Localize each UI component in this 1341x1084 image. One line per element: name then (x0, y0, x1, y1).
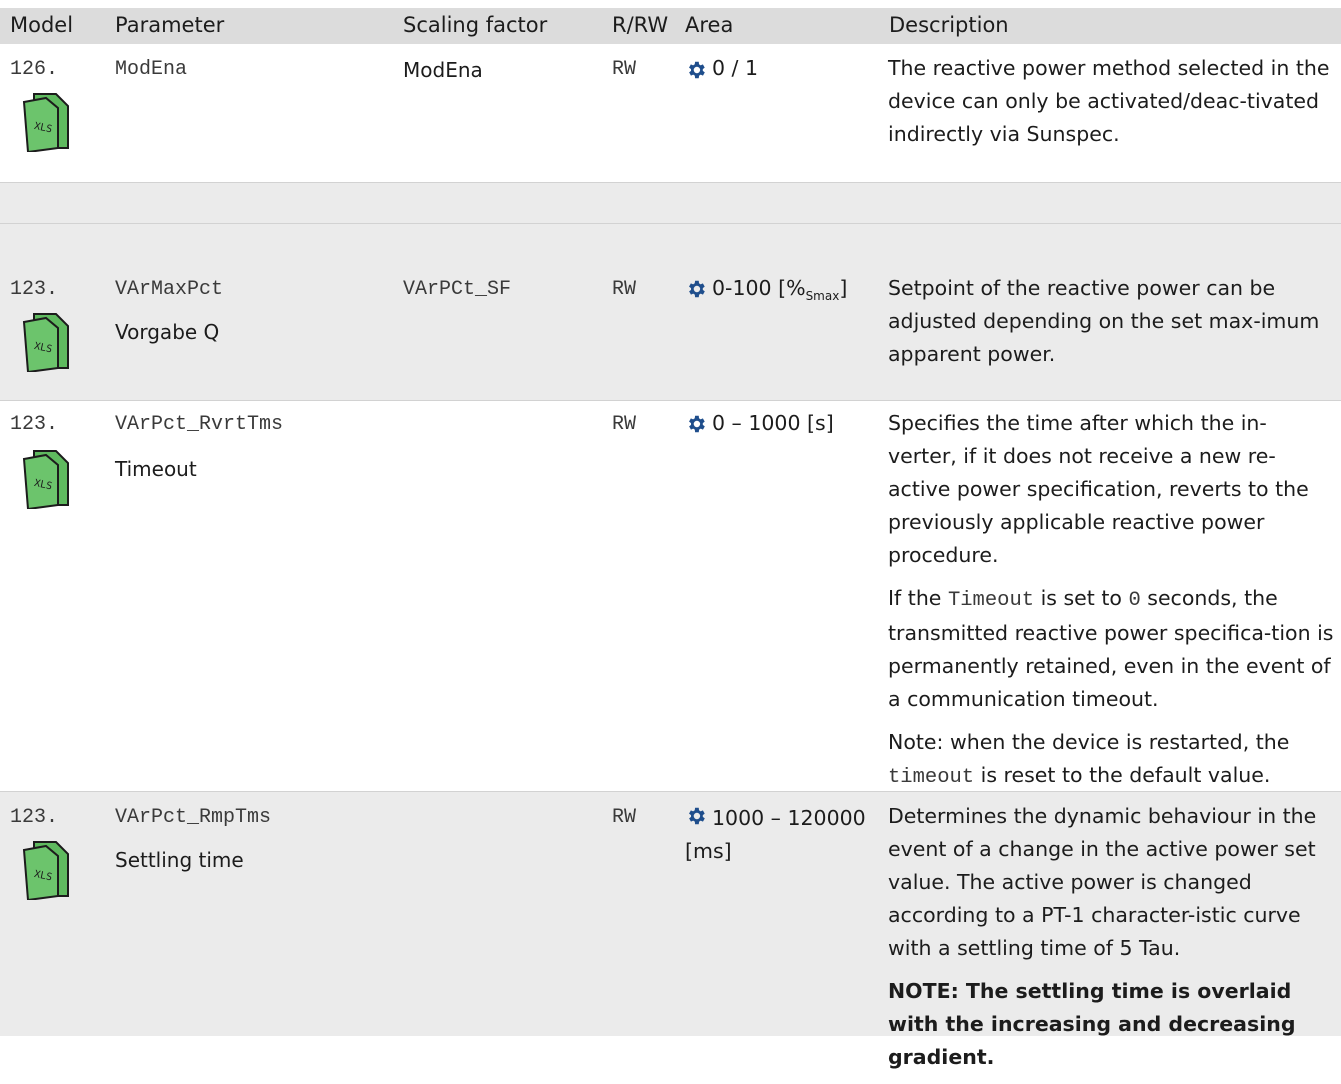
table-row-empty (0, 224, 1341, 264)
description-text: Setpoint of the reactive power can be ad… (888, 276, 1320, 366)
header-rrw: R/RW (612, 13, 669, 37)
description: Specifies the time after which the in-ve… (888, 407, 1334, 804)
header-parameter: Parameter (115, 13, 225, 37)
gear-icon (689, 415, 705, 433)
parameter-name: VArMaxPct (115, 278, 224, 301)
parameter-label: Settling time (115, 848, 244, 872)
rw-access: RW (612, 413, 637, 436)
parameter-name: ModEna (115, 58, 188, 81)
code-term: Timeout (947, 589, 1035, 612)
area-value: 0 / 1 (712, 56, 759, 80)
gear-icon (689, 61, 705, 79)
table-header: Model Parameter Scaling factor R/RW Area… (0, 8, 1341, 44)
header-area: Area (685, 13, 734, 37)
description: Setpoint of the reactive power can be ad… (888, 272, 1334, 381)
table-row: 123. XLS VArPct_RvrtTms Timeout RW 0 – 1… (0, 401, 1341, 791)
parameter-label: Vorgabe Q (115, 320, 220, 344)
table-row: 126. XLS ModEna ModEna RW 0 / 1 The reac… (0, 44, 1341, 182)
header-description: Description (889, 13, 1009, 37)
scaling-factor: VArPCt_SF (403, 278, 512, 301)
rw-access: RW (612, 278, 637, 301)
area-value: 0-100 [%Smax] (712, 276, 848, 304)
description: The reactive power method selected in th… (888, 52, 1334, 161)
model-number: 123. (10, 413, 59, 436)
parameter-label: Timeout (115, 457, 197, 481)
header-scaling-factor: Scaling factor (403, 13, 548, 37)
table-row: 123. XLS VArMaxPct Vorgabe Q VArPCt_SF R… (0, 264, 1341, 400)
description-text: Specifies the time after which the in-ve… (888, 411, 1309, 567)
description-text: Note: when the device is restarted, the … (888, 730, 1290, 789)
table-row: 123. XLS VArPct_RmpTms Settling time RW … (0, 792, 1341, 1069)
table-row-empty (0, 183, 1341, 223)
scaling-factor: ModEna (403, 58, 483, 82)
area-value: 0 – 1000 [s] (712, 411, 834, 435)
code-term: timeout (888, 766, 975, 789)
xls-file-icon[interactable]: XLS (20, 310, 70, 372)
description-text: If the Timeout is set to 0 seconds, the … (888, 586, 1334, 711)
area-value: 1000 – 120000 [ms] (685, 806, 866, 863)
description-text: Determines the dynamic behaviour in the … (888, 804, 1317, 960)
model-number: 123. (10, 278, 59, 301)
description-text: The reactive power method selected in th… (888, 56, 1330, 146)
rw-access: RW (612, 806, 637, 829)
xls-file-icon[interactable]: XLS (20, 447, 70, 509)
parameter-name: VArPct_RmpTms (115, 806, 272, 829)
parameter-name: VArPct_RvrtTms (115, 413, 284, 436)
rw-access: RW (612, 58, 637, 81)
header-model: Model (10, 13, 74, 37)
xls-file-icon[interactable]: XLS (20, 90, 70, 152)
xls-file-icon[interactable]: XLS (20, 838, 70, 900)
description-note: NOTE: The settling time is overlaid with… (888, 979, 1296, 1069)
gear-icon (689, 280, 705, 298)
model-number: 126. (10, 58, 59, 81)
description: Determines the dynamic behaviour in the … (888, 800, 1334, 1084)
model-number: 123. (10, 806, 59, 829)
code-term: 0 (1128, 589, 1141, 612)
